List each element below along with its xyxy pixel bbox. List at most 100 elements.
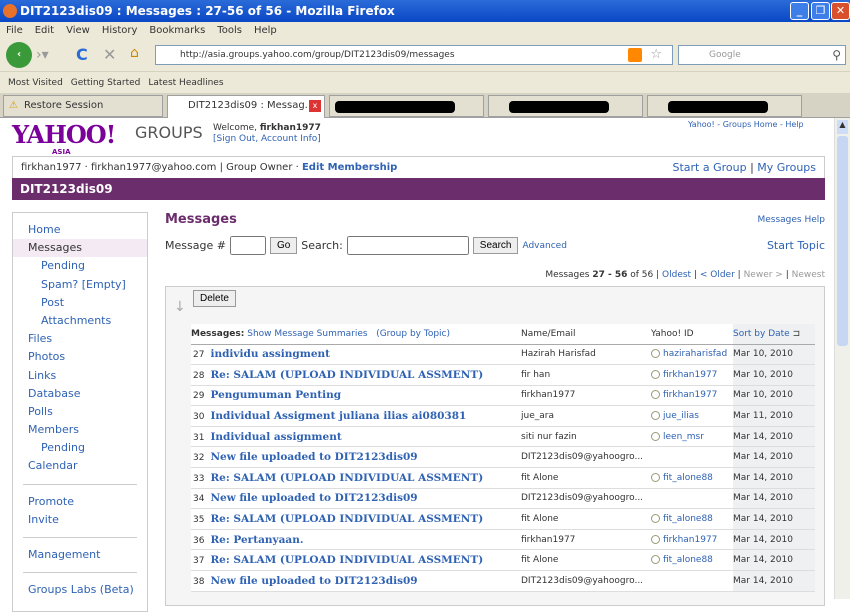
bookmark-item[interactable]: Most Visited: [8, 78, 63, 88]
yahoo-id-link[interactable]: firkhan1977: [663, 535, 717, 545]
forward-button[interactable]: ›▾: [36, 47, 49, 63]
yahoo-id-link[interactable]: fit_alone88: [663, 555, 713, 565]
reload-icon[interactable]: C: [76, 45, 88, 64]
sidebar-item[interactable]: Polls: [13, 403, 147, 421]
scroll-thumb[interactable]: [837, 136, 848, 346]
close-button[interactable]: ✕: [831, 2, 850, 20]
sidebar-item[interactable]: Messages: [13, 239, 147, 257]
sidebar-item[interactable]: Files: [13, 330, 147, 348]
tab-restore-session[interactable]: ⚠Restore Session: [3, 95, 163, 117]
close-tab-icon[interactable]: x: [309, 100, 321, 112]
menu-tools[interactable]: Tools: [217, 25, 242, 36]
oldest-link[interactable]: Oldest: [662, 270, 691, 280]
message-subject-link[interactable]: Individual assignment: [210, 431, 341, 443]
yahoo-id-link[interactable]: fit_alone88: [663, 514, 713, 524]
menu-help[interactable]: Help: [254, 25, 277, 36]
tab-messages[interactable]: DIT2123dis09 : Messag...x: [167, 95, 325, 118]
top-links[interactable]: Yahoo! - Groups Home - Help: [688, 120, 804, 129]
membership-bar: firkhan1977 · firkhan1977@yahoo.com | Gr…: [12, 156, 825, 178]
tab-redacted[interactable]: [329, 95, 484, 117]
menu-file[interactable]: File: [6, 25, 23, 36]
sidebar-item[interactable]: Photos: [13, 348, 147, 366]
message-subject-link[interactable]: Re: SALAM (UPLOAD INDIVIDUAL ASSMENT): [210, 513, 483, 525]
message-subject-link[interactable]: Re: SALAM (UPLOAD INDIVIDUAL ASSMENT): [210, 369, 483, 381]
message-author: DIT2123dis09@yahoogro...: [521, 488, 651, 509]
sidebar-item[interactable]: Links: [13, 367, 147, 385]
message-search-input[interactable]: [347, 236, 469, 255]
message-number: 36: [193, 536, 204, 546]
bookmark-star-icon[interactable]: ☆: [650, 46, 662, 64]
sidebar-item[interactable]: Groups Labs (Beta): [13, 581, 147, 599]
yahoo-id-header: Yahoo! ID: [651, 324, 733, 344]
message-author: siti nur fazin: [521, 426, 651, 447]
start-group-link[interactable]: Start a Group: [672, 161, 746, 174]
sidebar-item[interactable]: Members: [13, 421, 147, 439]
message-subject-link[interactable]: Pengumuman Penting: [210, 389, 341, 401]
message-subject-link[interactable]: individu assingment: [210, 348, 330, 360]
scroll-up-button[interactable]: ▲: [837, 120, 848, 134]
sidebar-item[interactable]: Home: [13, 221, 147, 239]
yahoo-id-link[interactable]: jue_ilias: [663, 411, 699, 421]
message-subject-link[interactable]: Re: Pertanyaan.: [210, 534, 303, 546]
sidebar-item[interactable]: Spam? [Empty]: [13, 276, 147, 294]
yahoo-id-link[interactable]: haziraharisfad: [663, 349, 727, 359]
start-topic-link[interactable]: Start Topic: [767, 239, 825, 252]
search-icon[interactable]: ⚲: [832, 46, 841, 64]
yahoo-logo[interactable]: YAHOO!: [12, 120, 115, 149]
yahoo-id-link[interactable]: fit_alone88: [663, 473, 713, 483]
bookmark-item[interactable]: Latest Headlines: [148, 78, 223, 88]
group-by-topic-link[interactable]: (Group by Topic): [376, 329, 450, 339]
search-button[interactable]: Search: [473, 237, 519, 254]
message-subject-link[interactable]: Re: SALAM (UPLOAD INDIVIDUAL ASSMENT): [210, 554, 483, 566]
yahoo-id-link[interactable]: leen_msr: [663, 432, 704, 442]
show-summaries-link[interactable]: Show Message Summaries: [247, 329, 367, 339]
search-input[interactable]: Google ⚲: [678, 45, 846, 65]
menu-bookmarks[interactable]: Bookmarks: [149, 25, 205, 36]
url-bar[interactable]: http://asia.groups.yahoo.com/group/DIT21…: [155, 45, 673, 65]
sidebar-item[interactable]: Database: [13, 385, 147, 403]
menu-edit[interactable]: Edit: [35, 25, 54, 36]
sidebar-item[interactable]: Post: [13, 294, 147, 312]
message-subject-link[interactable]: Re: SALAM (UPLOAD INDIVIDUAL ASSMENT): [210, 472, 483, 484]
edit-membership-link[interactable]: Edit Membership: [302, 162, 397, 173]
message-subject-link[interactable]: New file uploaded to DIT2123dis09: [210, 492, 417, 504]
older-link[interactable]: < Older: [700, 270, 735, 280]
yahoo-id-link[interactable]: firkhan1977: [663, 390, 717, 400]
sort-by-date-link[interactable]: Sort by Date: [733, 329, 790, 339]
message-subject-link[interactable]: Individual Assigment juliana ilias ai080…: [210, 410, 466, 422]
sidebar-item[interactable]: Management: [13, 546, 147, 564]
sidebar-item[interactable]: Pending: [13, 257, 147, 275]
messages-help-link[interactable]: Messages Help: [757, 215, 825, 225]
sidebar-item[interactable]: Attachments: [13, 312, 147, 330]
table-row: 36Re: Pertanyaan.firkhan1977firkhan1977M…: [191, 529, 815, 550]
go-button[interactable]: Go: [270, 237, 297, 254]
sign-out-link[interactable]: [Sign Out, Account Info]: [213, 134, 321, 144]
name-header: Name/Email: [521, 324, 651, 344]
yahoo-id-link[interactable]: firkhan1977: [663, 370, 717, 380]
advanced-link[interactable]: Advanced: [522, 241, 566, 251]
sidebar-item[interactable]: Calendar: [13, 457, 147, 475]
sidebar-item[interactable]: Pending: [13, 439, 147, 457]
table-row: 31Individual assignmentsiti nur fazinlee…: [191, 426, 815, 447]
minimize-button[interactable]: _: [790, 2, 809, 20]
delete-button[interactable]: Delete: [193, 290, 236, 307]
tab-redacted[interactable]: [647, 95, 802, 117]
sidebar-item[interactable]: Invite: [13, 511, 147, 529]
stop-icon[interactable]: ✕: [103, 45, 116, 64]
home-icon[interactable]: ⌂: [130, 45, 139, 61]
rss-icon[interactable]: [628, 48, 642, 62]
sidebar-item[interactable]: Promote: [13, 493, 147, 511]
page-title: Messages: [165, 212, 237, 227]
bookmarks-toolbar: Most Visited Getting Started Latest Headli…: [0, 71, 850, 93]
my-groups-link[interactable]: My Groups: [757, 161, 816, 174]
menu-history[interactable]: History: [102, 25, 138, 36]
back-button[interactable]: ‹: [6, 42, 32, 68]
message-number-input[interactable]: [230, 236, 266, 255]
bookmark-item[interactable]: Getting Started: [71, 78, 141, 88]
tab-redacted[interactable]: [488, 95, 643, 117]
scrollbar[interactable]: ▲: [834, 118, 850, 599]
restore-button[interactable]: ❐: [811, 2, 830, 20]
message-subject-link[interactable]: New file uploaded to DIT2123dis09: [210, 575, 417, 587]
message-subject-link[interactable]: New file uploaded to DIT2123dis09: [210, 451, 417, 463]
menu-view[interactable]: View: [66, 25, 90, 36]
